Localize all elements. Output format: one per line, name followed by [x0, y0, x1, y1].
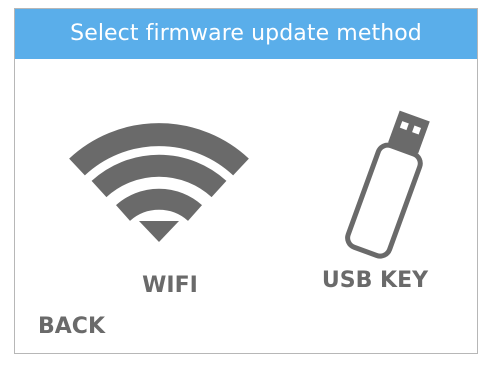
wifi-label: WIFI: [142, 273, 198, 298]
screen-title: Select firmware update method: [15, 9, 477, 59]
firmware-update-screen: Select firmware update method WIFI USB K…: [14, 8, 478, 354]
usb-key-label: USB KEY: [321, 268, 429, 293]
back-button[interactable]: BACK: [38, 314, 105, 339]
usb-key-option[interactable]: USB KEY: [295, 99, 455, 299]
wifi-option[interactable]: WIFI: [65, 114, 255, 304]
